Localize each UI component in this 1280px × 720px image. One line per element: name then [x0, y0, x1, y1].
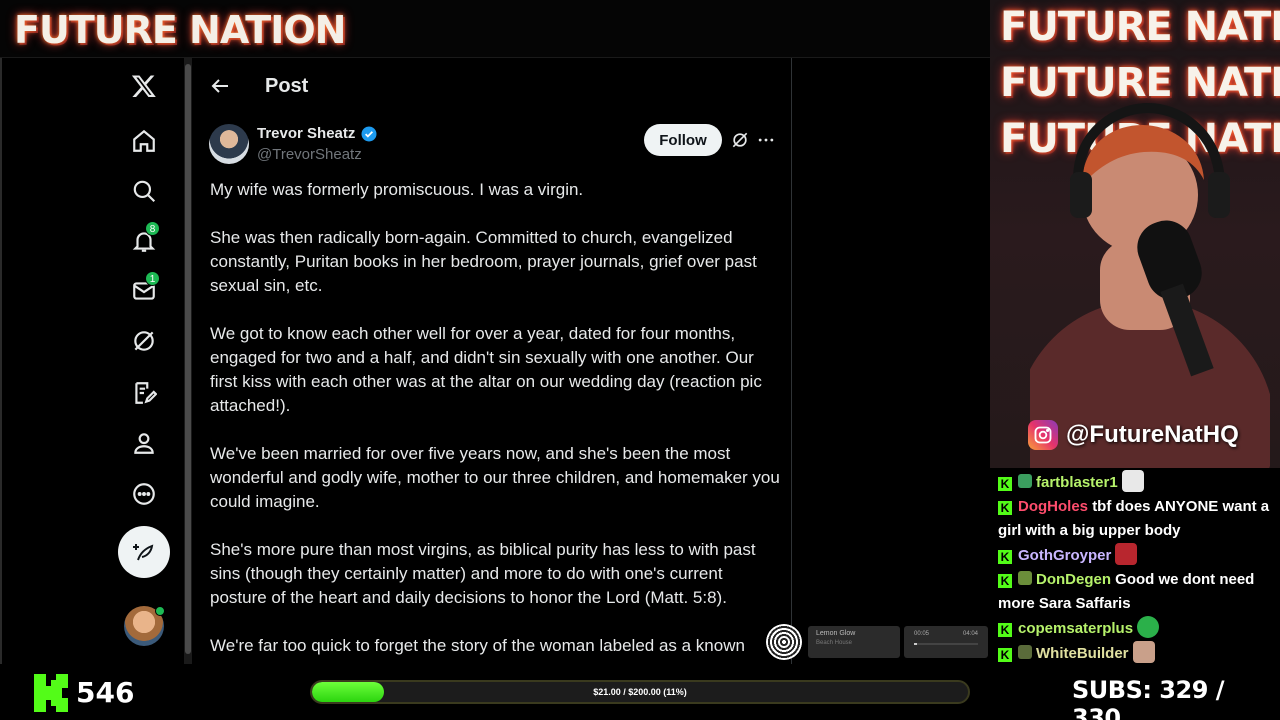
- notifications-nav-icon[interactable]: 8: [118, 215, 170, 267]
- sidebar-scrollbar[interactable]: [184, 58, 192, 664]
- chat-message: K WhiteBuilder: [998, 641, 1274, 664]
- instagram-handle: @FutureNatHQ: [1066, 421, 1239, 448]
- user-badge-icon: [1018, 474, 1032, 488]
- webcam-feed: FUTURE NATION FUTURE NATION FUTURE NATIO…: [990, 0, 1280, 468]
- kick-badge-icon: K: [998, 550, 1012, 564]
- chat-username[interactable]: copemsaterplus: [1018, 620, 1133, 637]
- chat-username[interactable]: DonDegen: [1036, 571, 1111, 588]
- post-paragraph: We're far too quick to forget the story …: [210, 636, 745, 655]
- more-nav-icon[interactable]: [118, 468, 170, 520]
- x-app-window: 8 1 Post Trevor Sheatz @TrevorSheatz Fol…: [0, 58, 990, 664]
- post-paragraph: We've been married for over five years n…: [210, 444, 780, 511]
- track-progress-bar: [914, 643, 978, 645]
- post-header: Post: [192, 58, 791, 114]
- chat-message: Kfartblaster1: [998, 470, 1274, 495]
- emote-icon: [1137, 616, 1160, 638]
- donation-goal-text: $21.00 / $200.00 (11%): [593, 687, 687, 697]
- instagram-handle-overlay: @FutureNatHQ: [1028, 420, 1239, 450]
- grok-explain-icon[interactable]: [730, 130, 750, 150]
- verified-badge-icon: [361, 126, 377, 142]
- post-text: My wife was formerly promiscuous. I was …: [210, 178, 780, 664]
- author-name[interactable]: Trevor Sheatz: [257, 125, 355, 142]
- track-duration: 04:04: [962, 631, 978, 637]
- home-nav-icon[interactable]: [118, 115, 170, 167]
- donation-goal-bar: $21.00 / $200.00 (11%): [310, 680, 970, 704]
- user-badge-icon: [1018, 645, 1032, 659]
- back-arrow-icon[interactable]: [208, 74, 232, 98]
- neon-sign-text: FUTURE NATION: [1000, 4, 1280, 50]
- profile-nav-icon[interactable]: [118, 417, 170, 469]
- chat-username[interactable]: fartblaster1: [1036, 474, 1118, 491]
- post-paragraph: She's more pure than most virgins, as bi…: [210, 540, 756, 607]
- track-title: Lemon Glow: [816, 630, 856, 637]
- compose-list-nav-icon[interactable]: [118, 367, 170, 419]
- notifications-badge: 8: [145, 221, 160, 236]
- post-paragraph: We got to know each other well for over …: [210, 324, 762, 415]
- chat-username[interactable]: GothGroyper: [1018, 547, 1111, 564]
- post-paragraph: My wife was formerly promiscuous. I was …: [210, 180, 584, 199]
- kick-badge-icon: K: [998, 623, 1012, 637]
- account-avatar[interactable]: [124, 606, 165, 646]
- kick-badge-icon: K: [998, 477, 1012, 491]
- stream-top-banner: FUTURE NATION: [0, 0, 990, 58]
- post-paragraph: She was then radically born-again. Commi…: [210, 228, 757, 295]
- scrollbar-thumb[interactable]: [185, 64, 191, 654]
- x-logo-icon[interactable]: [118, 60, 170, 112]
- track-elapsed: 00:05: [914, 631, 930, 637]
- grok-nav-icon[interactable]: [118, 315, 170, 367]
- follower-count: 546: [76, 676, 135, 709]
- track-info: Lemon Glow Beach House: [808, 626, 900, 658]
- brand-logo: FUTURE NATION: [14, 8, 346, 52]
- now-playing-widget: Lemon Glow Beach House 00:05 04:04: [766, 622, 990, 662]
- stream-bottom-bar: 546 $21.00 / $200.00 (11%) SUBS: 329 / 3…: [0, 664, 1280, 720]
- feather-plus-icon: [133, 544, 154, 561]
- instagram-icon: [1028, 420, 1058, 450]
- track-progress-fill: [914, 643, 918, 645]
- album-art: [766, 624, 802, 660]
- search-nav-icon[interactable]: [118, 165, 170, 217]
- chat-message: K DogHoles tbf does ANYONE want a girl wi…: [998, 495, 1274, 543]
- post-column: Post Trevor Sheatz @TrevorSheatz Follow …: [192, 58, 792, 664]
- x-sidebar: 8 1: [2, 58, 184, 664]
- follow-button[interactable]: Follow: [644, 124, 722, 156]
- track-artist: Beach House: [816, 640, 853, 646]
- messages-badge: 1: [145, 271, 160, 286]
- chat-message: Kcopemsaterplus: [998, 616, 1274, 641]
- emote-icon: [1115, 543, 1138, 565]
- author-handle[interactable]: @TrevorSheatz: [257, 146, 362, 163]
- author-avatar[interactable]: [209, 124, 249, 164]
- compose-post-button[interactable]: [118, 526, 170, 578]
- kick-logo-icon: [34, 674, 68, 712]
- chat-panel: Kfartblaster1 K DogHoles tbf does ANYONE …: [990, 468, 1280, 664]
- chat-message: K GothGroyper: [998, 543, 1274, 568]
- chat-username[interactable]: WhiteBuilder: [1036, 645, 1129, 662]
- page-title: Post: [265, 75, 309, 97]
- streamer-figure: [1030, 102, 1270, 468]
- chat-message: K DonDegen Good we dont need more Sara Sa…: [998, 568, 1274, 616]
- subs-counter: SUBS: 329 / 330: [1072, 676, 1225, 720]
- messages-nav-icon[interactable]: 1: [118, 265, 170, 317]
- more-options-icon[interactable]: [756, 130, 776, 150]
- emote-icon: [1121, 470, 1144, 492]
- kick-badge-icon: K: [998, 648, 1012, 662]
- kick-badge-icon: K: [998, 574, 1012, 588]
- chat-username[interactable]: DogHoles: [1018, 498, 1088, 515]
- track-progress: 00:05 04:04: [904, 626, 988, 658]
- user-badge-icon: [1018, 571, 1032, 585]
- kick-badge-icon: K: [998, 501, 1012, 515]
- emote-icon: [1132, 641, 1155, 663]
